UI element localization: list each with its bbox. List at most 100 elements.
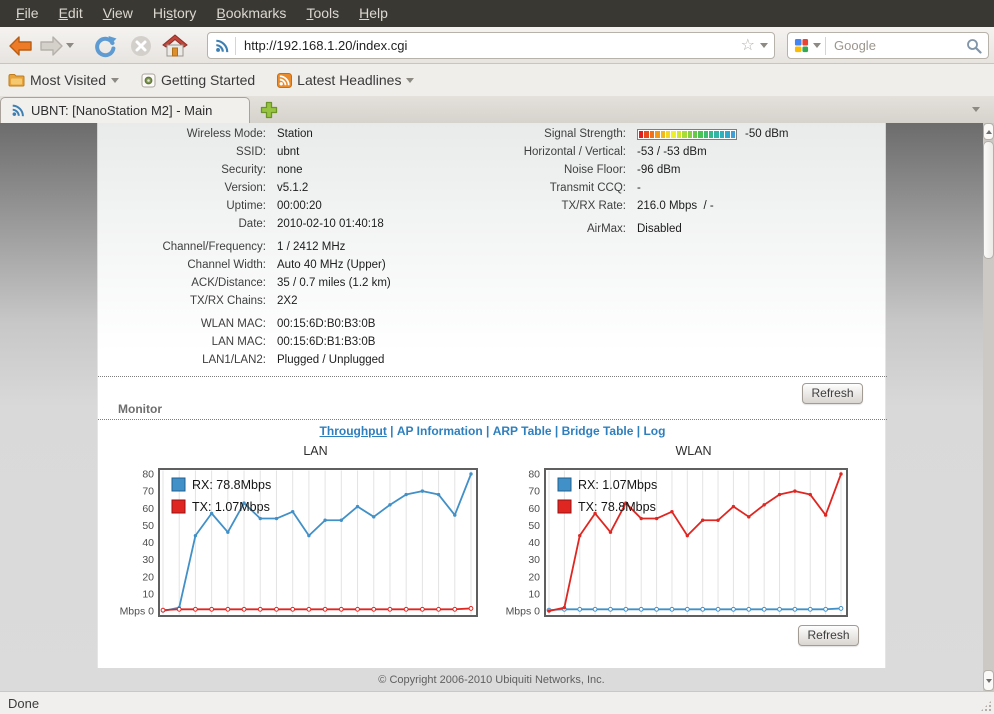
search-box[interactable]: [787, 32, 989, 59]
search-engine-dropdown-icon[interactable]: [813, 43, 821, 48]
lan-chart: LAN 8070605040302010Mbps 0RX: 78.8MbpsTX…: [112, 444, 479, 619]
svg-text:40: 40: [528, 537, 540, 549]
status-row: TX/RX Rate: 216.0 Mbps / -: [398, 197, 878, 215]
bookmark-label: Getting Started: [161, 72, 255, 88]
vertical-scrollbar[interactable]: [983, 123, 994, 691]
airos-main-page: Wireless Mode:StationSSID:ubntSecurity:n…: [97, 123, 886, 668]
status-value: -53 / -53 dBm: [637, 146, 707, 158]
menu-edit[interactable]: Edit: [49, 0, 93, 27]
svg-text:30: 30: [528, 554, 540, 566]
browser-window: FileEditViewHistoryBookmarksToolsHelp ☆: [0, 0, 994, 714]
home-icon[interactable]: [162, 33, 188, 59]
status-right-column: Signal Strength: -50 dBm Horizontal / Vert…: [398, 125, 878, 238]
svg-text:RX: 78.8Mbps: RX: 78.8Mbps: [192, 478, 271, 492]
status-row: LAN MAC:00:15:6D:B1:B3:0B: [98, 333, 398, 351]
status-value: ubnt: [277, 146, 299, 158]
status-value: Disabled: [637, 223, 682, 235]
svg-text:40: 40: [142, 537, 154, 549]
status-value: 00:15:6D:B0:B3:0B: [277, 318, 375, 330]
stop-icon[interactable]: [128, 33, 154, 59]
svg-text:Mbps 0: Mbps 0: [120, 606, 155, 618]
status-refresh-button[interactable]: Refresh: [802, 383, 863, 404]
menu-help[interactable]: Help: [349, 0, 398, 27]
monitor-tab-log[interactable]: Log: [643, 424, 665, 438]
status-left-column: Wireless Mode:StationSSID:ubntSecurity:n…: [98, 125, 398, 369]
resize-grip[interactable]: [980, 700, 992, 712]
url-input[interactable]: [242, 37, 741, 54]
scroll-down-icon[interactable]: [983, 670, 994, 691]
most-visited-dropdown-icon: [111, 78, 119, 83]
page-viewport: Wireless Mode:StationSSID:ubntSecurity:n…: [0, 123, 994, 691]
bookmark-latest-headlines[interactable]: Latest Headlines: [277, 72, 414, 88]
status-label: TX/RX Rate:: [398, 200, 626, 212]
status-value: Plugged / Unplugged: [277, 354, 384, 366]
status-row: Horizontal / Vertical: -53 / -53 dBm: [398, 143, 878, 161]
bookmark-getting-started[interactable]: Getting Started: [141, 72, 255, 88]
nav-toolbar: ☆: [0, 27, 994, 64]
tab-ubnt-main[interactable]: UBNT: [NanoStation M2] - Main: [0, 97, 250, 123]
status-value: 2010-02-10 01:40:18: [277, 218, 384, 230]
search-input[interactable]: [832, 37, 966, 54]
back-icon[interactable]: [8, 33, 34, 59]
menu-bookmarks[interactable]: Bookmarks: [206, 0, 296, 27]
urlbar-dropdown-icon[interactable]: [760, 43, 768, 48]
svg-text:10: 10: [528, 588, 540, 600]
status-row: Channel Width:Auto 40 MHz (Upper): [98, 256, 398, 274]
bookmark-star-icon[interactable]: ☆: [741, 38, 755, 54]
status-row: Wireless Mode:Station: [98, 125, 398, 143]
status-value: -50 dBm: [637, 128, 788, 140]
forward-icon[interactable]: [38, 33, 64, 59]
menu-bar: FileEditViewHistoryBookmarksToolsHelp: [0, 0, 994, 27]
reload-icon[interactable]: [92, 33, 118, 59]
tab-list-dropdown-icon[interactable]: [972, 107, 980, 112]
status-label: WLAN MAC:: [98, 318, 266, 330]
menu-tools[interactable]: Tools: [296, 0, 349, 27]
scroll-up-icon[interactable]: [983, 123, 994, 140]
status-row: Signal Strength: -50 dBm: [398, 125, 878, 143]
status-row: Version:v5.1.2: [98, 179, 398, 197]
svg-text:RX: 1.07Mbps: RX: 1.07Mbps: [578, 478, 657, 492]
status-value: -: [637, 182, 641, 194]
scrollbar-thumb[interactable]: [983, 141, 994, 259]
copyright-text: © Copyright 2006-2010 Ubiquiti Networks,…: [97, 674, 886, 686]
status-label: LAN1/LAN2:: [98, 354, 266, 366]
status-row: SSID:ubnt: [98, 143, 398, 161]
menu-file[interactable]: File: [6, 0, 49, 27]
menu-history[interactable]: History: [143, 0, 207, 27]
svg-text:Mbps 0: Mbps 0: [506, 606, 541, 618]
status-label: Transmit CCQ:: [398, 182, 626, 194]
magnifier-icon[interactable]: [966, 38, 982, 54]
status-label: Uptime:: [98, 200, 266, 212]
status-value: 1 / 2412 MHz: [277, 241, 345, 253]
monitor-divider: [98, 419, 887, 420]
svg-text:80: 80: [528, 469, 540, 481]
status-label: ACK/Distance:: [98, 277, 266, 289]
status-value: 35 / 0.7 miles (1.2 km): [277, 277, 391, 289]
svg-text:50: 50: [142, 520, 154, 532]
signal-strength-bar: [637, 129, 737, 140]
lan-chart-plot: 8070605040302010Mbps 0RX: 78.8MbpsTX: 1.…: [112, 468, 479, 619]
bookmark-most-visited[interactable]: Most Visited: [8, 72, 119, 88]
menu-view[interactable]: View: [93, 0, 143, 27]
tab-title: UBNT: [NanoStation M2] - Main: [31, 103, 212, 118]
new-tab-button[interactable]: [260, 101, 278, 119]
status-value: Station: [277, 128, 313, 140]
status-label: Signal Strength:: [398, 128, 626, 140]
monitor-tab-arp-table[interactable]: ARP Table: [493, 424, 552, 438]
monitor-tab-bridge-table[interactable]: Bridge Table: [562, 424, 634, 438]
url-bar[interactable]: ☆: [207, 32, 775, 59]
history-dropdown-icon[interactable]: [66, 43, 74, 48]
monitor-tab-ap-information[interactable]: AP Information: [397, 424, 483, 438]
status-label: Noise Floor:: [398, 164, 626, 176]
status-label: Horizontal / Vertical:: [398, 146, 626, 158]
monitor-tab-throughput[interactable]: Throughput: [320, 424, 387, 438]
status-label: Date:: [98, 218, 266, 230]
status-label: LAN MAC:: [98, 336, 266, 348]
status-row: Uptime:00:00:20: [98, 197, 398, 215]
status-label: Security:: [98, 164, 266, 176]
status-value: 216.0 Mbps / -: [637, 200, 714, 212]
bookmark-label: Most Visited: [30, 72, 106, 88]
monitor-refresh-button[interactable]: Refresh: [798, 625, 859, 646]
search-divider: [825, 37, 826, 55]
latest-headlines-dropdown-icon: [406, 78, 414, 83]
